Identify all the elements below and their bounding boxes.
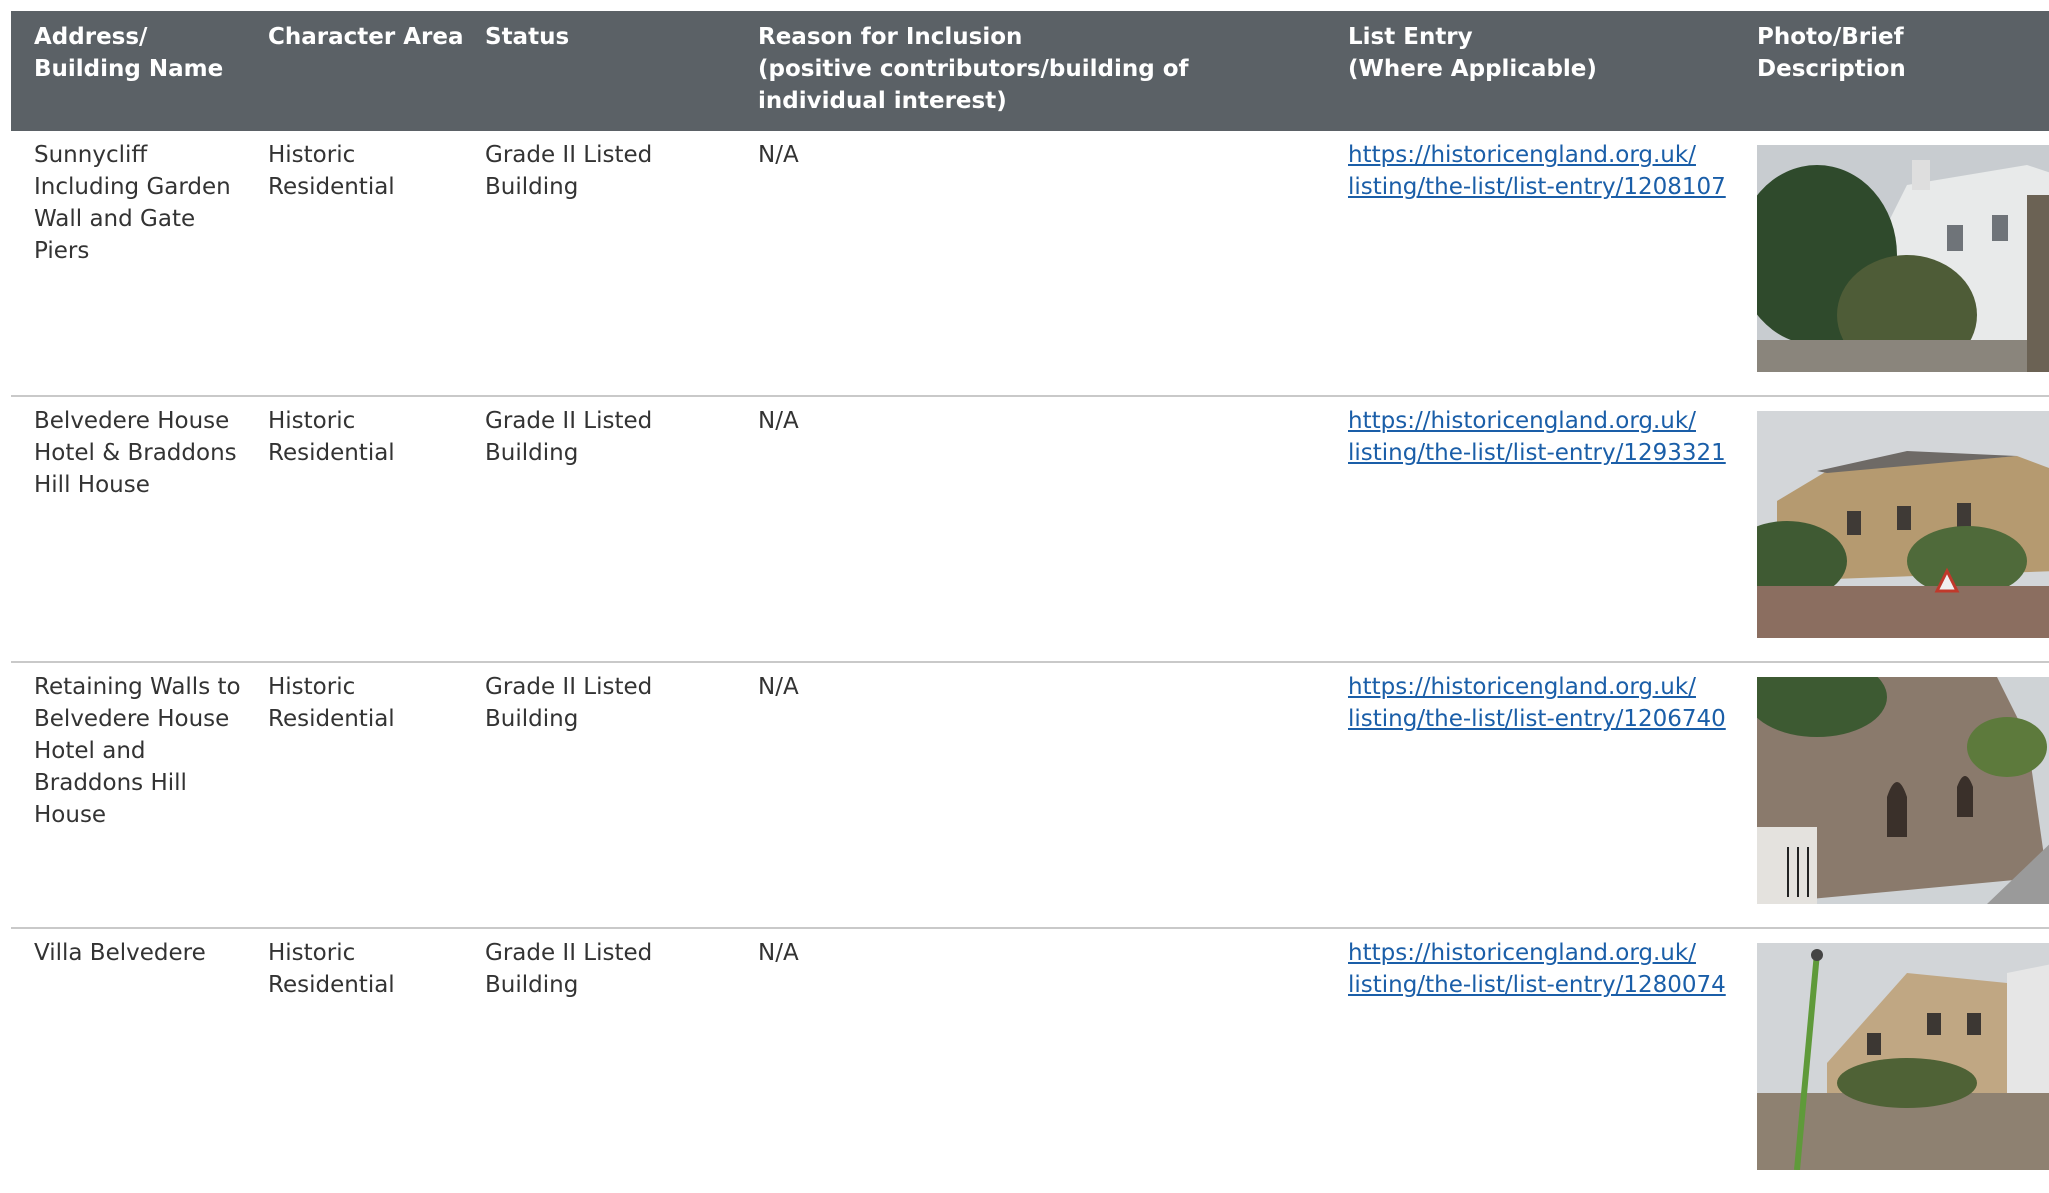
character-area-cell: Historic Residential [268,408,395,466]
status-cell: Grade II Listed Building [485,142,653,200]
table-row: Sunnycliff Including Garden Wall and Gat… [11,131,2049,397]
header-photo: Photo/Brief Description [1757,24,1906,82]
reason-cell: N/A [758,940,799,966]
list-entry-link[interactable]: https://historicengland.org.uk/ listing/… [1348,671,1728,735]
list-entry-link[interactable]: https://historicengland.org.uk/ listing/… [1348,139,1728,203]
table-header: Address/ Building Name Character Area St… [11,11,2049,131]
building-photo [1757,943,2049,1170]
reason-cell: N/A [758,674,799,700]
building-photo [1757,677,2049,904]
address-cell: Sunnycliff Including Garden Wall and Gat… [34,142,231,264]
header-reason: Reason for Inclusion (positive contribut… [758,24,1189,114]
character-area-cell: Historic Residential [268,674,395,732]
address-cell: Retaining Walls to Belvedere House Hotel… [34,674,241,828]
character-area-cell: Historic Residential [268,142,395,200]
header-status: Status [485,24,570,50]
header-list-entry: List Entry (Where Applicable) [1348,24,1597,82]
character-area-cell: Historic Residential [268,940,395,998]
list-entry-link[interactable]: https://historicengland.org.uk/ listing/… [1348,405,1728,469]
header-address: Address/ Building Name [34,24,224,82]
address-cell: Belvedere House Hotel & Braddons Hill Ho… [34,408,237,498]
reason-cell: N/A [758,142,799,168]
address-cell: Villa Belvedere [34,940,206,966]
header-character-area: Character Area [268,24,464,50]
status-cell: Grade II Listed Building [485,940,653,998]
listed-buildings-table: Address/ Building Name Character Area St… [11,11,2049,1193]
building-photo [1757,145,2049,372]
status-cell: Grade II Listed Building [485,408,653,466]
reason-cell: N/A [758,408,799,434]
building-photo [1757,411,2049,638]
table-row: Belvedere House Hotel & Braddons Hill Ho… [11,397,2049,663]
table-row: Retaining Walls to Belvedere House Hotel… [11,663,2049,929]
table-row: Villa Belvedere Historic Residential Gra… [11,929,2049,1193]
list-entry-link[interactable]: https://historicengland.org.uk/ listing/… [1348,937,1728,1001]
status-cell: Grade II Listed Building [485,674,653,732]
